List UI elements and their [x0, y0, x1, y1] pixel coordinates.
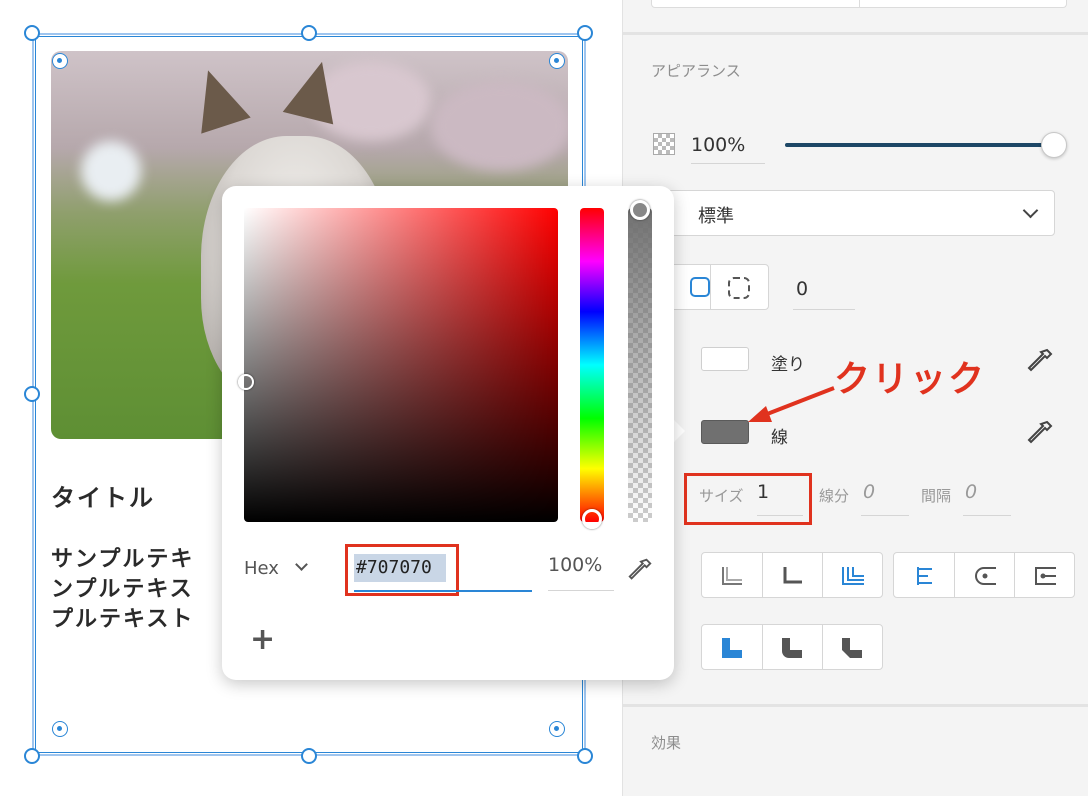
divider [822, 625, 823, 669]
uniform-corner-icon[interactable] [690, 277, 710, 297]
resize-handle-bottom[interactable] [301, 748, 317, 764]
color-mode-select[interactable]: Hex [244, 558, 279, 579]
hue-slider-knob[interactable] [582, 509, 602, 529]
card-title[interactable]: タイトル [51, 478, 155, 513]
corner-radius-handle[interactable] [549, 721, 565, 737]
input-underline [548, 590, 614, 591]
resize-handle-top-right[interactable] [577, 25, 593, 41]
eyedropper-icon[interactable] [1025, 418, 1055, 448]
eyedropper-icon[interactable] [1025, 346, 1055, 376]
saturation-value-area[interactable] [244, 208, 558, 522]
stroke-outside-icon[interactable] [840, 565, 866, 587]
corner-radius-input[interactable]: 0 [793, 270, 855, 310]
bevel-join-icon[interactable] [840, 636, 864, 660]
divider [954, 553, 955, 597]
saturation-value-knob[interactable] [238, 374, 254, 390]
stroke-inside-icon[interactable] [720, 565, 744, 587]
chevron-down-icon [1022, 202, 1039, 219]
resize-handle-left[interactable] [24, 386, 40, 402]
annotation-label: クリック [834, 359, 987, 400]
corner-radius-handle[interactable] [52, 53, 68, 69]
opacity-slider-track[interactable] [785, 143, 1053, 147]
background-blossom [431, 81, 568, 171]
divider [623, 704, 1088, 707]
annotation-arrow [748, 386, 835, 422]
opacity-slider-thumb[interactable] [1041, 132, 1067, 158]
divider [762, 625, 763, 669]
resize-handle-bottom-right[interactable] [577, 748, 593, 764]
dog-ear [183, 62, 251, 134]
corner-radius-handle[interactable] [549, 53, 565, 69]
alpha-slider-knob[interactable] [630, 200, 650, 220]
round-cap-icon[interactable] [972, 565, 998, 587]
alpha-slider[interactable] [628, 208, 652, 522]
stroke-cap-group [893, 552, 1075, 598]
add-swatch-button[interactable]: + [250, 622, 275, 657]
divider [822, 553, 823, 597]
resize-handle-top[interactable] [301, 25, 317, 41]
blend-mode-value: 標準 [698, 206, 734, 227]
gap-input[interactable]: 0 [965, 481, 977, 503]
butt-cap-icon[interactable] [914, 565, 936, 587]
eyedropper-icon[interactable] [626, 556, 654, 584]
alpha-input[interactable]: 100% [548, 554, 602, 576]
blend-mode-select[interactable]: 標準 [651, 190, 1055, 236]
input-underline [861, 515, 909, 516]
input-underline [354, 590, 532, 592]
gap-label: 間隔 [921, 487, 952, 505]
dash-label: 線分 [819, 487, 850, 505]
card-body-line: プルテキスト [51, 607, 195, 632]
input-underline [963, 515, 1011, 516]
opacity-input[interactable]: 100% [691, 130, 765, 164]
card-body-text[interactable]: サンプルテキ ンプルテキス プルテキスト [51, 545, 231, 635]
divider [1014, 553, 1015, 597]
stroke-center-icon[interactable] [780, 565, 804, 587]
color-picker-popover: Hex #707070 100% + [222, 186, 674, 680]
corner-radius-handle[interactable] [52, 721, 68, 737]
dash-input[interactable]: 0 [863, 481, 875, 503]
card-body-line: サンプルテキ [51, 547, 195, 572]
stroke-position-group [701, 552, 883, 598]
resize-handle-top-left[interactable] [24, 25, 40, 41]
fill-color-swatch[interactable] [701, 347, 749, 371]
effects-heading: 効果 [651, 734, 682, 752]
opacity-icon [653, 133, 675, 155]
stroke-join-group [701, 624, 883, 670]
square-cap-icon[interactable] [1032, 565, 1058, 587]
per-corner-icon[interactable] [728, 277, 750, 299]
background-figure [81, 141, 141, 201]
divider [623, 32, 1088, 35]
hex-input[interactable]: #707070 [354, 554, 446, 582]
miter-join-icon[interactable] [720, 636, 744, 660]
chevron-down-icon[interactable] [295, 558, 308, 571]
round-join-icon[interactable] [780, 636, 804, 660]
size-highlight-box [684, 473, 812, 525]
resize-handle-bottom-left[interactable] [24, 748, 40, 764]
fill-label: 塗り [771, 355, 805, 375]
hue-slider[interactable] [580, 208, 604, 522]
appearance-heading: アピアランス [651, 62, 741, 80]
card-body-line: ンプルテキス [51, 577, 194, 602]
divider [762, 553, 763, 597]
segmented-control[interactable] [651, 0, 1067, 8]
